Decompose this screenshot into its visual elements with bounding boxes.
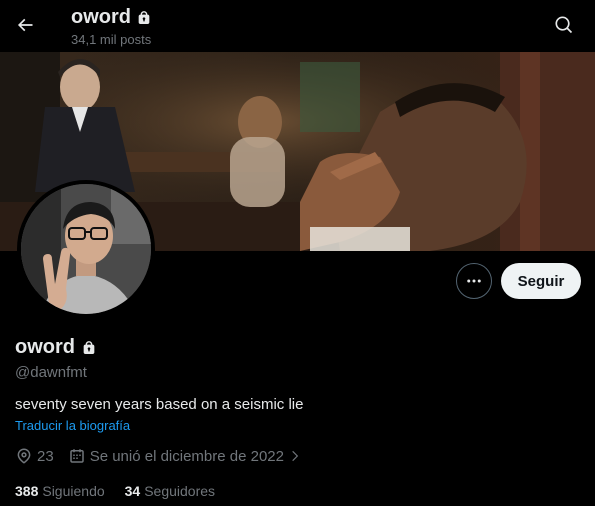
profile-avatar[interactable] [17, 180, 155, 318]
profile-bio: seventy seven years based on a seismic l… [15, 396, 304, 413]
follow-counts: 388 Siguiendo 34 Seguidores [15, 483, 215, 499]
arrow-left-icon [17, 18, 33, 32]
search-button[interactable] [547, 8, 581, 42]
header-title-text: oword [71, 6, 131, 28]
post-count: 34,1 mil posts [71, 32, 152, 47]
followers-count: 34 [124, 483, 141, 499]
more-options-button[interactable] [456, 263, 492, 299]
calendar-icon [69, 449, 84, 463]
lock-icon [83, 340, 95, 354]
profile-handle: @dawnfmt [15, 364, 87, 381]
translate-bio-link[interactable]: Traducir la biografía [15, 418, 130, 433]
location-pin-icon [17, 448, 31, 464]
more-horizontal-icon [467, 279, 481, 283]
follow-button[interactable]: Seguir [501, 263, 581, 299]
back-button[interactable] [8, 8, 42, 42]
followers-label: Seguidores [144, 483, 216, 499]
following-label: Siguiendo [42, 483, 105, 499]
chevron-right-icon [292, 450, 299, 462]
following-link[interactable]: 388 Siguiendo [15, 483, 105, 499]
header-title: oword [71, 6, 152, 29]
profile-name-text: oword [15, 336, 75, 358]
joined-date-text: Se unió el diciembre de 2022 [89, 447, 284, 465]
joined-date-item[interactable]: Se unió el diciembre de 2022 [68, 447, 302, 465]
following-count: 388 [15, 483, 39, 499]
avatar-image [21, 184, 151, 314]
lock-icon [138, 10, 150, 24]
profile-meta: 23 Se unió el diciembre de 2022 [15, 447, 316, 465]
top-bar: oword 34,1 mil posts [0, 0, 595, 52]
location-text: 23 [37, 447, 54, 465]
profile-name: oword [15, 336, 97, 359]
followers-link[interactable]: 34 Seguidores [125, 483, 215, 499]
location-item: 23 [15, 447, 54, 465]
search-icon [555, 16, 573, 34]
